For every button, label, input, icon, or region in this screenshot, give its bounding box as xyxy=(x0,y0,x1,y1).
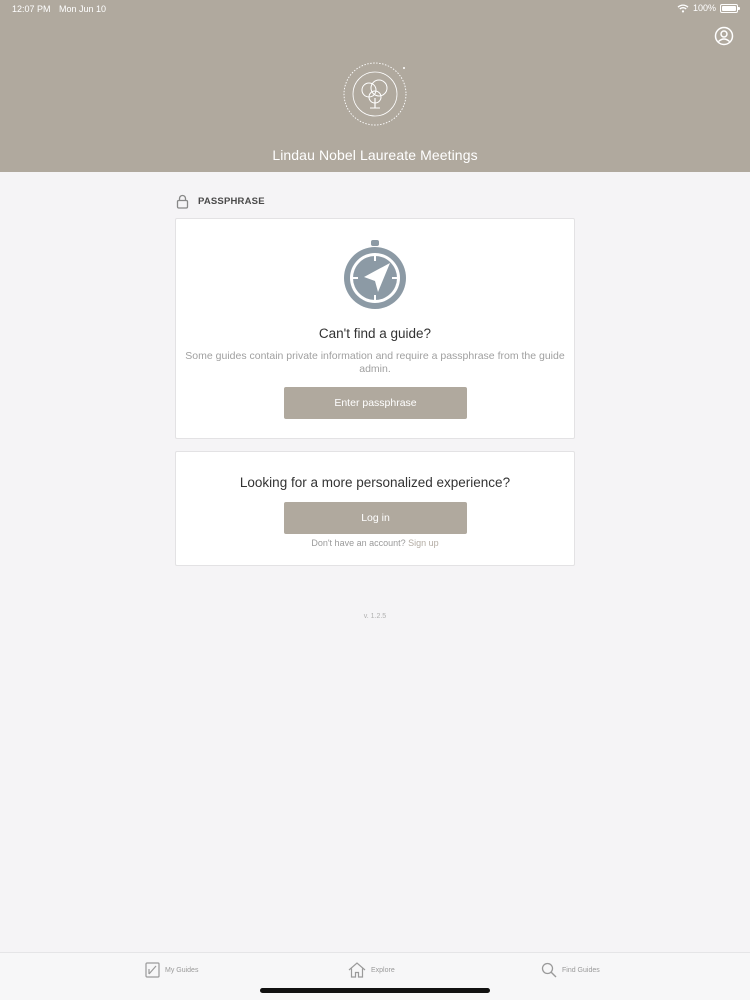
lindau-logo-seal xyxy=(343,62,407,126)
signup-prompt: Don't have an account? xyxy=(311,538,406,548)
compass-icon xyxy=(344,240,406,309)
signup-row: Don't have an account? Sign up xyxy=(176,538,574,548)
login-card: Looking for a more personalized experien… xyxy=(175,451,575,566)
home-icon xyxy=(348,962,366,978)
lock-icon xyxy=(176,194,189,209)
search-icon xyxy=(541,962,557,978)
signup-link[interactable]: Sign up xyxy=(408,538,439,548)
status-time: 12:07 PM xyxy=(12,4,51,14)
profile-icon[interactable] xyxy=(714,26,734,46)
tab-find-guides-label: Find Guides xyxy=(562,966,600,974)
battery-icon xyxy=(720,3,740,13)
tab-my-guides-label: My Guides xyxy=(165,966,199,974)
tab-find-guides[interactable]: Find Guides xyxy=(541,962,600,978)
tab-my-guides[interactable]: My Guides xyxy=(145,962,198,978)
tab-explore[interactable]: Explore xyxy=(348,962,395,978)
status-right: 100% xyxy=(677,3,740,13)
section-label: PASSPHRASE xyxy=(176,194,265,209)
section-label-text: PASSPHRASE xyxy=(198,196,265,207)
tab-explore-label: Explore xyxy=(371,966,395,974)
enter-passphrase-button[interactable]: Enter passphrase xyxy=(284,387,467,419)
passphrase-card-description: Some guides contain private information … xyxy=(185,350,565,375)
header-title: Lindau Nobel Laureate Meetings xyxy=(272,147,478,163)
status-date: Mon Jun 10 xyxy=(59,4,107,14)
app-header: 12:07 PM Mon Jun 10 100% Lindau Nobel La… xyxy=(0,0,750,172)
passphrase-card: Can't find a guide? Some guides contain … xyxy=(175,218,575,439)
wifi-icon xyxy=(677,3,689,12)
passphrase-card-title: Can't find a guide? xyxy=(318,326,432,341)
login-button[interactable]: Log in xyxy=(284,502,467,534)
login-card-title: Looking for a more personalized experien… xyxy=(239,475,511,490)
home-indicator xyxy=(260,988,490,993)
version-label: v. 1.2.5 xyxy=(363,613,387,620)
battery-percent: 100% xyxy=(692,3,716,13)
guides-icon xyxy=(145,962,160,978)
